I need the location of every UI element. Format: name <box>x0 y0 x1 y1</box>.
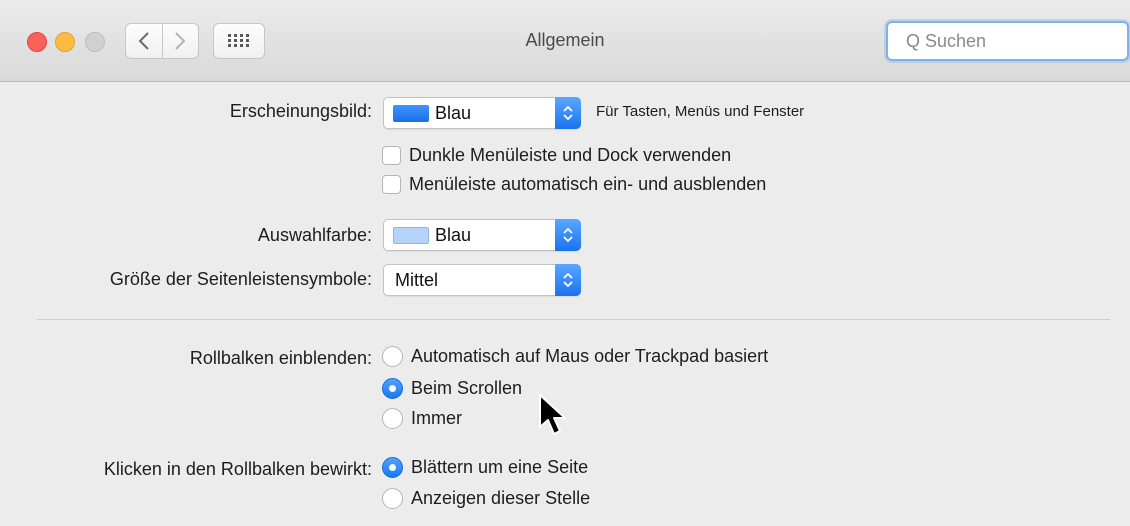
radio-button-selected[interactable] <box>382 378 403 399</box>
search-field[interactable] <box>886 21 1129 61</box>
scroll-click-option-spot[interactable]: Anzeigen dieser Stelle <box>382 488 590 509</box>
title-bar: Allgemein <box>0 0 1130 82</box>
sidebar-size-label: Größe der Seitenleistensymbole: <box>109 269 372 289</box>
scrollbars-option-when-scrolling[interactable]: Beim Scrollen <box>382 378 522 399</box>
scroll-click-option-page[interactable]: Blättern um eine Seite <box>382 457 588 478</box>
appearance-note: Für Tasten, Menüs und Fenster <box>596 103 805 120</box>
mouse-cursor-icon <box>539 394 566 435</box>
autohide-menubar-label: Menüleiste automatisch ein- und ausblend… <box>409 174 767 194</box>
highlight-color-label: Auswahlfarbe: <box>257 225 372 245</box>
radio-button[interactable] <box>382 408 403 429</box>
dark-menubar-option[interactable]: Dunkle Menüleiste und Dock verwenden <box>382 145 731 166</box>
appearance-popup[interactable]: Blau <box>383 97 581 129</box>
option-label: Beim Scrollen <box>411 378 523 398</box>
radio-button[interactable] <box>382 346 403 367</box>
autohide-menubar-option[interactable]: Menüleiste automatisch ein- und ausblend… <box>382 174 766 195</box>
popup-arrows-icon <box>555 264 581 296</box>
sidebar-size-value: Mittel <box>395 270 439 290</box>
highlight-color-swatch <box>393 227 429 244</box>
popup-arrows-icon <box>555 219 581 251</box>
appearance-color-swatch <box>393 105 429 122</box>
show-scrollbars-label: Rollbalken einblenden: <box>189 348 372 368</box>
dark-menubar-checkbox[interactable] <box>382 146 401 165</box>
highlight-color-value: Blau <box>435 225 472 245</box>
radio-button-selected[interactable] <box>382 457 403 478</box>
dark-menubar-label: Dunkle Menüleiste und Dock verwenden <box>409 145 732 165</box>
highlight-color-popup[interactable]: Blau <box>383 219 581 251</box>
autohide-menubar-checkbox[interactable] <box>382 175 401 194</box>
search-input[interactable] <box>904 29 1098 53</box>
option-label: Immer <box>411 408 462 428</box>
section-divider <box>37 319 1110 320</box>
scrollbars-option-always[interactable]: Immer <box>382 408 462 429</box>
option-label: Automatisch auf Maus oder Trackpad basie… <box>411 346 769 366</box>
scrollbars-option-automatic[interactable]: Automatisch auf Maus oder Trackpad basie… <box>382 346 768 367</box>
appearance-label: Erscheinungsbild: <box>229 101 372 121</box>
appearance-value: Blau <box>435 103 472 123</box>
radio-button[interactable] <box>382 488 403 509</box>
option-label: Anzeigen dieser Stelle <box>411 488 591 508</box>
option-label: Blättern um eine Seite <box>411 457 589 477</box>
popup-arrows-icon <box>555 97 581 129</box>
sidebar-size-popup[interactable]: Mittel <box>383 264 581 296</box>
scroll-click-label: Klicken in den Rollbalken bewirkt: <box>103 459 372 479</box>
